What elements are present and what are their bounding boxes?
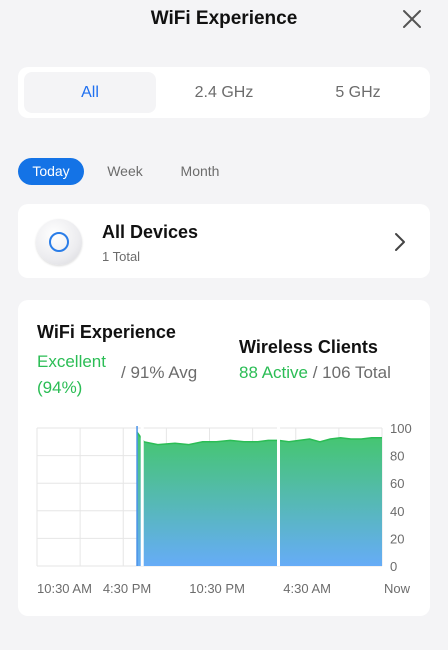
x-tick-label: 4:30 PM	[103, 581, 151, 596]
access-point-icon	[36, 219, 82, 265]
y-tick-label: 0	[390, 559, 397, 574]
band-selector: All 2.4 GHz 5 GHz	[18, 67, 430, 118]
x-tick-label: Now	[384, 581, 411, 596]
band-tab-5ghz[interactable]: 5 GHz	[292, 72, 424, 113]
range-tab-today[interactable]: Today	[18, 158, 84, 185]
time-range-selector: Today Week Month	[0, 158, 448, 186]
wifi-experience-card: WiFi Experience Excellent (94%) / 91% Av…	[18, 300, 430, 616]
devices-title: All Devices	[102, 222, 199, 242]
experience-chart: 10:30 AM 4:30 PM 10:30 PM 4:30 AM Now 100 80 6…	[36, 421, 412, 596]
band-tab-2-4ghz[interactable]: 2.4 GHz	[158, 72, 290, 113]
y-tick-label: 80	[390, 449, 404, 464]
experience-area	[137, 432, 382, 566]
devices-count: 1 Total	[102, 249, 141, 264]
header: WiFi Experience	[0, 0, 448, 40]
x-tick-label: 10:30 PM	[189, 581, 245, 596]
x-tick-label: 4:30 AM	[283, 581, 331, 596]
x-tick-label: 10:30 AM	[37, 581, 92, 596]
range-tab-week[interactable]: Week	[96, 158, 154, 185]
range-tab-month[interactable]: Month	[168, 158, 232, 185]
chevron-right-icon	[395, 233, 405, 251]
y-tick-label: 20	[390, 531, 404, 546]
y-tick-label: 100	[390, 421, 412, 436]
close-icon[interactable]	[402, 9, 422, 29]
page-title: WiFi Experience	[150, 8, 298, 29]
y-tick-label: 60	[390, 476, 404, 491]
y-tick-label: 40	[390, 504, 404, 519]
all-devices-card[interactable]: All Devices 1 Total	[18, 204, 430, 278]
band-tab-all[interactable]: All	[24, 72, 156, 113]
